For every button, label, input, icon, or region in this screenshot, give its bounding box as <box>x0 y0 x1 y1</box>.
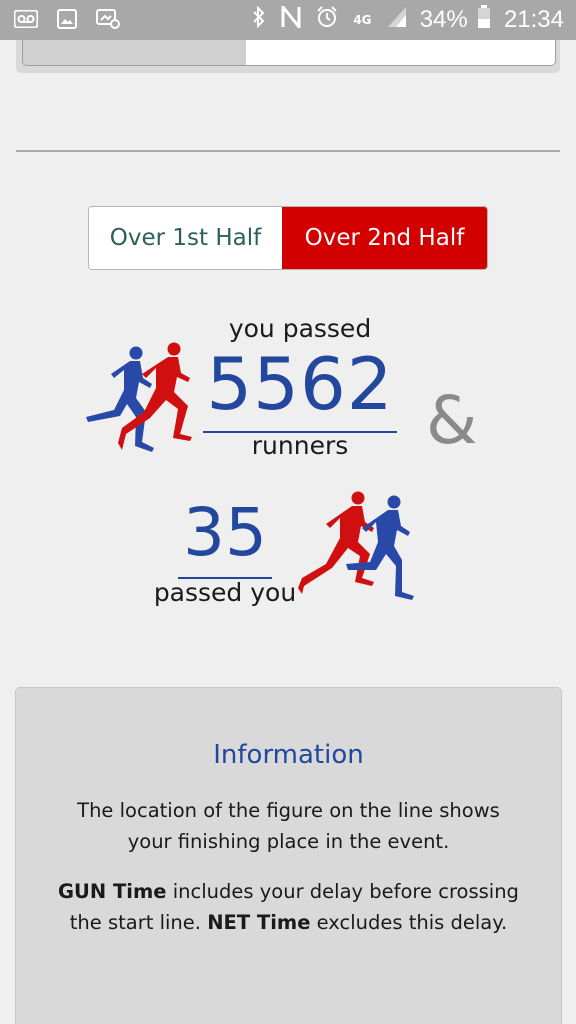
tab-first-half[interactable]: Over 1st Half <box>89 207 282 269</box>
section-divider <box>16 150 560 152</box>
passed-you-count: 35 <box>183 494 267 571</box>
bluetooth-icon <box>252 5 266 33</box>
signal-icon <box>387 6 407 33</box>
you-passed-label: you passed <box>228 314 372 343</box>
clock: 21:34 <box>503 5 564 33</box>
information-title: Information <box>213 740 364 770</box>
status-right-icons: 4G 34% 21:34 <box>242 2 564 35</box>
runners-label: runners <box>251 431 349 460</box>
red-runner-figure <box>298 491 374 594</box>
tab-second-half[interactable]: Over 2nd Half <box>282 207 487 269</box>
battery-icon <box>477 5 491 34</box>
information-time-text: GUN Time includes your delay before cros… <box>56 876 521 938</box>
network-type: 4G <box>353 12 372 27</box>
status-left-icons <box>13 9 134 33</box>
half-toggle: Over 1st Half Over 2nd Half <box>88 206 488 270</box>
information-location-text: The location of the figure on the line s… <box>77 799 500 853</box>
information-card: Information The location of the figure o… <box>15 687 562 1024</box>
alarm-icon <box>316 6 338 33</box>
gun-time-label: GUN Time <box>58 880 167 903</box>
voicemail-icon <box>13 9 39 32</box>
image-icon <box>57 9 78 33</box>
nfc-icon <box>281 2 301 33</box>
runners-passed-you-icon <box>298 491 414 600</box>
passed-you-label: passed you <box>153 578 297 607</box>
ampersand: & <box>426 382 478 459</box>
runners-passed-icon <box>86 342 192 452</box>
net-time-text: excludes this delay. <box>310 911 508 934</box>
battery-percent: 34% <box>419 5 468 33</box>
you-passed-count: 5562 <box>206 342 394 426</box>
net-time-label: NET Time <box>207 911 311 934</box>
page: 4G 34% 21:34 1048 finishers behind. 80% … <box>0 0 576 1024</box>
screen-share-icon <box>96 9 121 33</box>
status-bar: 4G 34% 21:34 <box>0 0 576 40</box>
